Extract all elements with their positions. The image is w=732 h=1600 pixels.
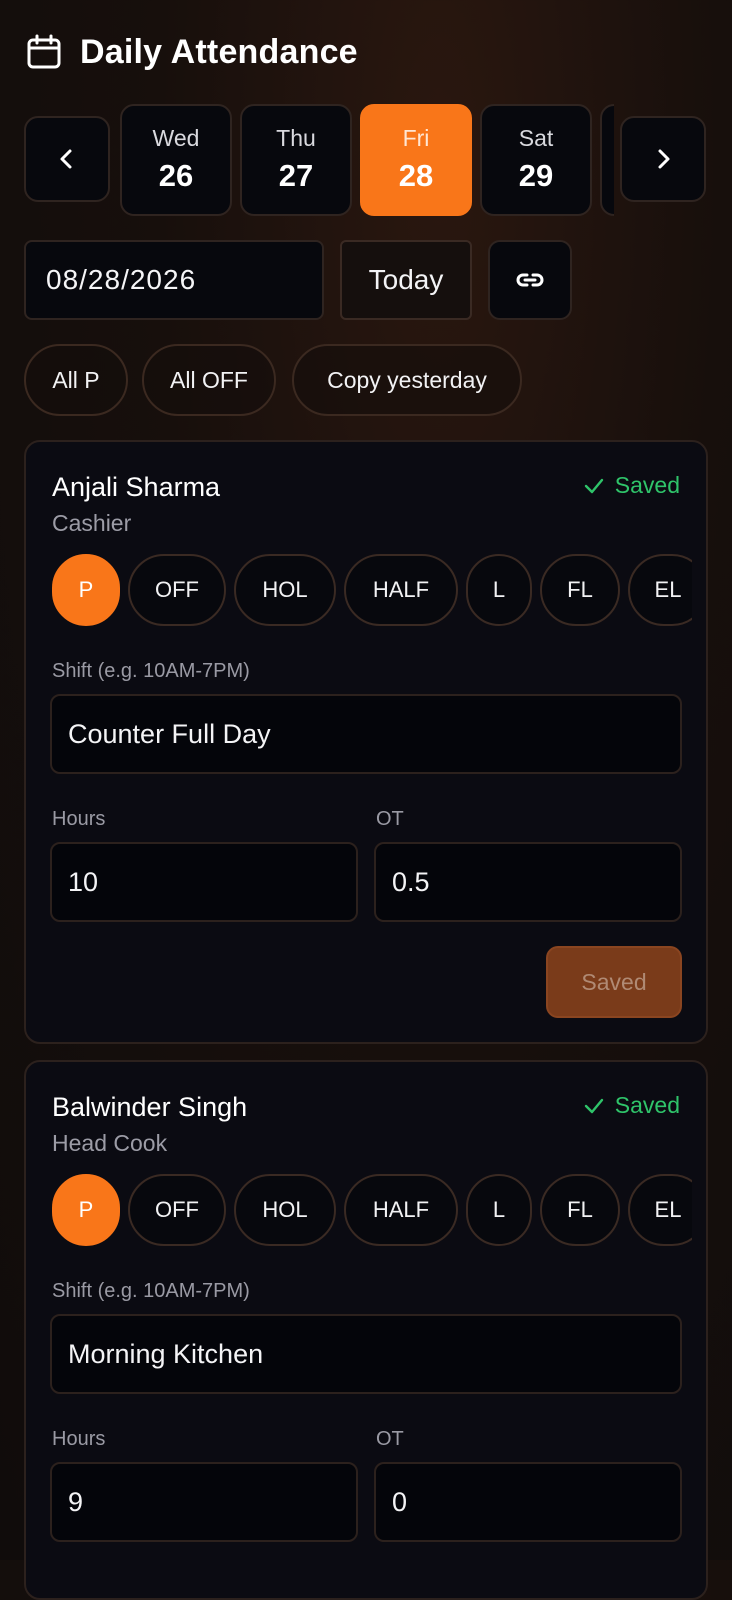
employee-name: Balwinder Singh bbox=[52, 1092, 248, 1122]
shift-label: Shift (e.g. 10AM-7PM) bbox=[52, 1280, 250, 1302]
day-number: 27 bbox=[278, 158, 314, 193]
check-icon bbox=[584, 1098, 603, 1113]
day-next-partial[interactable] bbox=[600, 104, 614, 216]
save-button[interactable]: Saved bbox=[546, 946, 682, 1018]
status-option-hol[interactable]: HOL bbox=[234, 1174, 336, 1246]
status-option-l[interactable]: L bbox=[466, 554, 532, 626]
day-sat[interactable]: Sat 29 bbox=[480, 104, 592, 216]
ot-input[interactable]: 0.5 bbox=[374, 842, 682, 922]
employee-role: Head Cook bbox=[52, 1130, 168, 1156]
saved-status: Saved bbox=[583, 1092, 680, 1119]
status-options: P OFF HOL HALF L FL EL bbox=[52, 1174, 692, 1248]
status-option-el[interactable]: EL bbox=[628, 554, 692, 626]
status-option-p[interactable]: P bbox=[52, 554, 120, 626]
all-present-button[interactable]: All P bbox=[24, 344, 128, 416]
day-number: 26 bbox=[158, 158, 194, 193]
status-option-p[interactable]: P bbox=[52, 1174, 120, 1246]
page-header: Daily Attendance bbox=[26, 30, 358, 74]
attendance-page: Daily Attendance Wed 26 Thu 27 Fri 28 Sa… bbox=[0, 0, 732, 1600]
status-option-fl[interactable]: FL bbox=[540, 1174, 620, 1246]
day-name: Fri bbox=[402, 125, 430, 151]
saved-status-label: Saved bbox=[614, 472, 680, 498]
status-options: P OFF HOL HALF L FL EL bbox=[52, 554, 692, 628]
chevron-right-icon bbox=[658, 149, 670, 169]
hours-label: Hours bbox=[52, 1428, 106, 1450]
calendar-icon bbox=[26, 34, 62, 70]
date-input[interactable]: 08/28/2026 bbox=[24, 240, 324, 320]
next-day-button[interactable] bbox=[620, 116, 706, 202]
copy-yesterday-button[interactable]: Copy yesterday bbox=[292, 344, 522, 416]
hours-input[interactable]: 9 bbox=[50, 1462, 358, 1542]
status-option-half[interactable]: HALF bbox=[344, 1174, 458, 1246]
day-name: Sat bbox=[518, 125, 554, 151]
today-button[interactable]: Today bbox=[340, 240, 472, 320]
ot-input[interactable]: 0 bbox=[374, 1462, 682, 1542]
share-link-button[interactable] bbox=[488, 240, 572, 320]
day-name: Wed bbox=[152, 125, 200, 151]
status-option-el[interactable]: EL bbox=[628, 1174, 692, 1246]
saved-status: Saved bbox=[583, 472, 680, 499]
page-title: Daily Attendance bbox=[80, 32, 358, 71]
day-thu[interactable]: Thu 27 bbox=[240, 104, 352, 216]
saved-status-label: Saved bbox=[614, 1092, 680, 1118]
all-off-button[interactable]: All OFF bbox=[142, 344, 276, 416]
ot-label: OT bbox=[376, 808, 404, 830]
previous-day-button[interactable] bbox=[24, 116, 110, 202]
shift-input[interactable]: Morning Kitchen bbox=[50, 1314, 682, 1394]
day-number: 28 bbox=[398, 158, 434, 193]
status-option-off[interactable]: OFF bbox=[128, 1174, 226, 1246]
status-option-fl[interactable]: FL bbox=[540, 554, 620, 626]
shift-label: Shift (e.g. 10AM-7PM) bbox=[52, 660, 250, 682]
status-option-half[interactable]: HALF bbox=[344, 554, 458, 626]
link-icon bbox=[516, 273, 544, 287]
status-option-off[interactable]: OFF bbox=[128, 554, 226, 626]
chevron-left-icon bbox=[60, 149, 72, 169]
employee-name: Anjali Sharma bbox=[52, 472, 221, 502]
shift-input[interactable]: Counter Full Day bbox=[50, 694, 682, 774]
status-option-l[interactable]: L bbox=[466, 1174, 532, 1246]
day-number: 29 bbox=[518, 158, 554, 193]
status-option-hol[interactable]: HOL bbox=[234, 554, 336, 626]
employee-card: Balwinder Singh Head Cook Saved P OFF HO… bbox=[24, 1060, 708, 1600]
employee-role: Cashier bbox=[52, 510, 132, 536]
day-strip: Wed 26 Thu 27 Fri 28 Sat 29 bbox=[120, 104, 614, 216]
hours-label: Hours bbox=[52, 808, 106, 830]
day-name: Thu bbox=[276, 125, 316, 151]
check-icon bbox=[584, 478, 603, 493]
day-fri[interactable]: Fri 28 bbox=[360, 104, 472, 216]
hours-input[interactable]: 10 bbox=[50, 842, 358, 922]
day-wed[interactable]: Wed 26 bbox=[120, 104, 232, 216]
employee-card: Anjali Sharma Cashier Saved P OFF HOL HA… bbox=[24, 440, 708, 1044]
ot-label: OT bbox=[376, 1428, 404, 1450]
